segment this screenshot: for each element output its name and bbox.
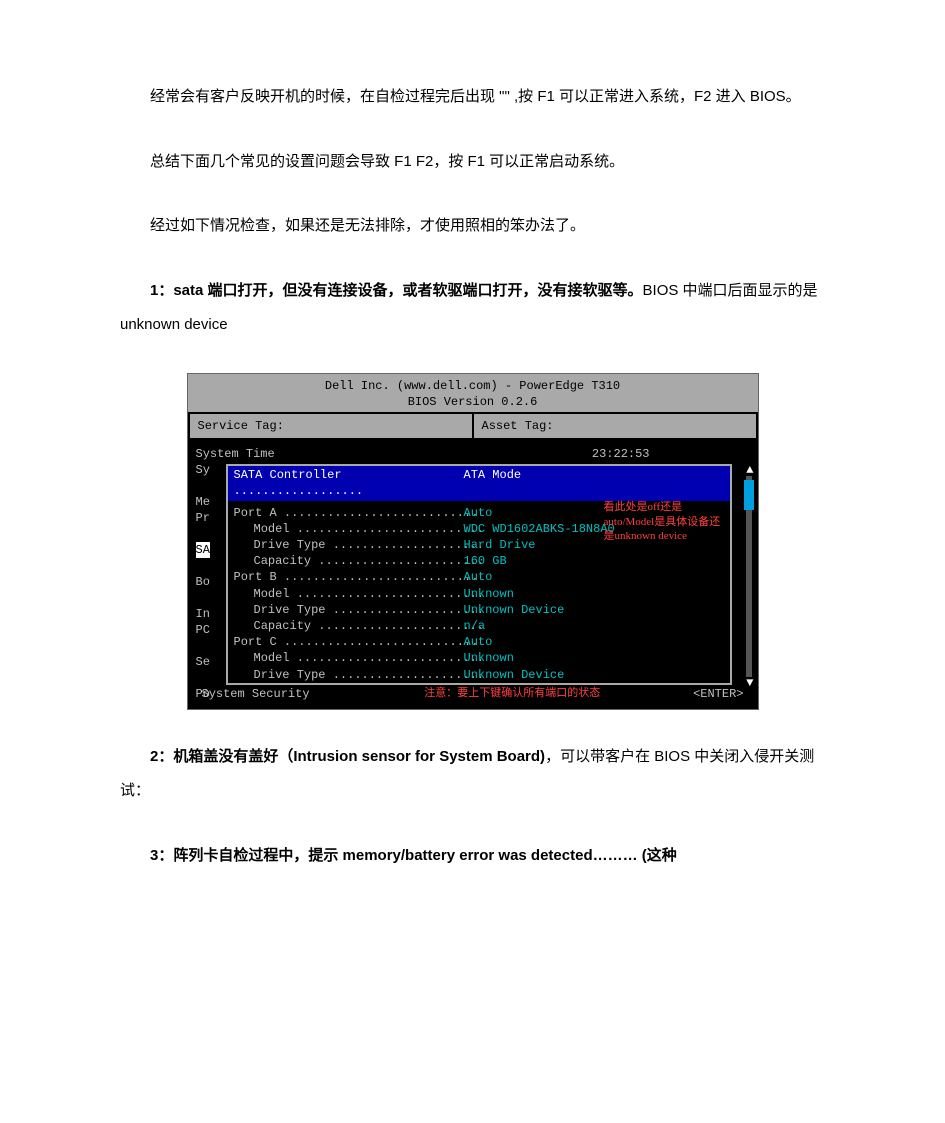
- table-row: Model ..........................Unknown: [228, 586, 730, 602]
- document-page: 经常会有客户反映开机的时候，在自检过程完后出现 "" ,按 F1 可以正常进入系…: [0, 0, 945, 943]
- scroll-down-icon: ▼: [746, 675, 753, 691]
- row-val: Unknown Device: [464, 602, 565, 618]
- left-item: Sy: [196, 462, 210, 478]
- row-key: Port C ...........................: [234, 634, 464, 650]
- table-row: Model ..........................Unknown: [228, 650, 730, 666]
- row-key: Drive Type .....................: [234, 537, 464, 553]
- system-time-label: System Time: [196, 446, 326, 462]
- left-item: PC: [196, 622, 210, 638]
- row-val: Unknown Device: [464, 667, 565, 683]
- system-security-label: System Security: [202, 686, 332, 702]
- row-key: Model ..........................: [234, 650, 464, 666]
- asset-tag-label: Asset Tag:: [474, 414, 756, 438]
- paragraph-1: 经常会有客户反映开机的时候，在自检过程完后出现 "" ,按 F1 可以正常进入系…: [120, 80, 825, 115]
- item-1-bold: 1：sata 端口打开，但没有连接设备，或者软驱端口打开，没有接软驱等。: [150, 282, 643, 299]
- row-key: Model ..........................: [234, 521, 464, 537]
- row-key: Model ..........................: [234, 586, 464, 602]
- left-item: [196, 478, 210, 494]
- system-time-value: 23:22:53: [592, 446, 650, 462]
- item-2: 2：机箱盖没有盖好（Intrusion sensor for System Bo…: [120, 740, 825, 809]
- row-key: Drive Type .....................: [234, 602, 464, 618]
- bios-body: System Time 23:22:53 Sy Me Pr SA Bo In P…: [188, 440, 758, 709]
- row-val: n/a: [464, 618, 486, 634]
- row-key: Drive Type .....................: [234, 667, 464, 683]
- sata-controller-row: SATA Controller .................. ATA M…: [228, 466, 730, 500]
- row-key: Port A ...........................: [234, 505, 464, 521]
- row-val: Unknown: [464, 650, 514, 666]
- bios-left-menu: Sy Me Pr SA Bo In PC Se Po: [196, 462, 210, 702]
- left-item: [196, 670, 210, 686]
- bios-inner-panel: SATA Controller .................. ATA M…: [226, 464, 732, 684]
- paragraph-2: 总结下面几个常见的设置问题会导致 F1 F2，按 F1 可以正常启动系统。: [120, 145, 825, 180]
- table-row: Capacity .......................160 GB: [228, 553, 730, 569]
- row-key: Port B ...........................: [234, 569, 464, 585]
- row-val: Auto: [464, 634, 493, 650]
- left-item: [196, 526, 210, 542]
- row-val: Auto: [464, 505, 493, 521]
- left-item: In: [196, 606, 210, 622]
- row-val: WDC WD1602ABKS-18N8A0: [464, 521, 615, 537]
- left-item: [196, 558, 210, 574]
- bios-bottom-row: System Security 注意：要上下键确认所有端口的状态 <ENTER>: [196, 685, 750, 703]
- bios-window: Dell Inc. (www.dell.com) - PowerEdge T31…: [187, 373, 759, 710]
- row-val: Unknown: [464, 586, 514, 602]
- left-item: Bo: [196, 574, 210, 590]
- table-row: Port C ...........................Auto: [228, 634, 730, 650]
- scrollbar-thumb: [744, 480, 754, 510]
- table-row: Capacity .......................n/a: [228, 618, 730, 634]
- bios-annotation: 看此处是off还是auto/Model是具体设备还是unknown device: [604, 500, 724, 543]
- item-2-bold: 2：机箱盖没有盖好（Intrusion sensor for System Bo…: [150, 748, 545, 765]
- table-row: Drive Type .....................Unknown …: [228, 667, 730, 683]
- row-val: 160 GB: [464, 553, 507, 569]
- item-1: 1：sata 端口打开，但没有连接设备，或者软驱端口打开，没有接软驱等。BIOS…: [120, 274, 825, 343]
- service-tag-label: Service Tag:: [190, 414, 474, 438]
- sata-controller-label: SATA Controller ..................: [234, 467, 464, 499]
- left-item: [196, 590, 210, 606]
- enter-label: <ENTER>: [693, 686, 743, 702]
- bios-title-line1: Dell Inc. (www.dell.com) - PowerEdge T31…: [188, 378, 758, 394]
- bios-bottom-warning: 注意：要上下键确认所有端口的状态: [332, 686, 694, 702]
- bios-title-line2: BIOS Version 0.2.6: [188, 394, 758, 410]
- system-time-row: System Time 23:22:53: [196, 446, 750, 462]
- bios-header: Dell Inc. (www.dell.com) - PowerEdge T31…: [188, 374, 758, 412]
- table-row: Drive Type .....................Unknown …: [228, 602, 730, 618]
- left-item: [196, 638, 210, 654]
- sata-controller-value: ATA Mode: [464, 467, 522, 499]
- item-3: 3：阵列卡自检过程中，提示 memory/battery error was d…: [120, 839, 825, 874]
- left-item: Me: [196, 494, 210, 510]
- paragraph-3: 经过如下情况检查，如果还是无法排除，才使用照相的笨办法了。: [120, 209, 825, 244]
- bios-tag-row: Service Tag: Asset Tag:: [188, 412, 758, 440]
- row-val: Hard Drive: [464, 537, 536, 553]
- row-key: Capacity .......................: [234, 553, 464, 569]
- row-key: Capacity .......................: [234, 618, 464, 634]
- left-item: SA: [196, 542, 210, 558]
- row-val: Auto: [464, 569, 493, 585]
- table-row: Port B ...........................Auto: [228, 569, 730, 585]
- bios-screenshot: Dell Inc. (www.dell.com) - PowerEdge T31…: [120, 373, 825, 710]
- left-item: Se: [196, 654, 210, 670]
- left-item: Po: [196, 686, 210, 702]
- left-item: Pr: [196, 510, 210, 526]
